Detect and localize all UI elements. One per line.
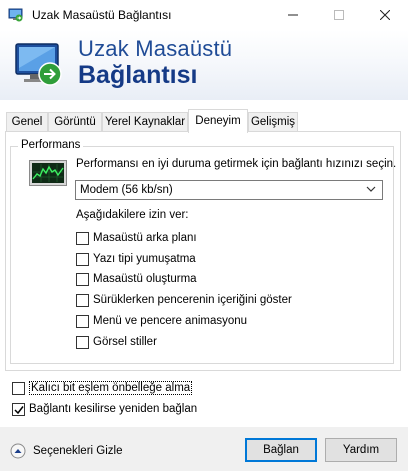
close-icon: [380, 10, 390, 20]
connection-speed-value: Modem (56 kb/sn): [80, 184, 173, 196]
option-show-window-contents[interactable]: Sürüklerken pencerenin içeriğini göster: [76, 292, 292, 308]
tab-local-resources[interactable]: Yerel Kaynaklar: [102, 112, 188, 132]
checkbox[interactable]: [12, 381, 25, 395]
option-desktop-composition[interactable]: Masaüstü oluşturma: [76, 271, 197, 287]
checkbox[interactable]: [76, 252, 89, 266]
close-button[interactable]: [362, 0, 408, 30]
checkbox[interactable]: [76, 293, 89, 307]
tab-display[interactable]: Görüntü: [48, 112, 102, 132]
checkmark-icon: [14, 405, 24, 414]
connect-button[interactable]: Bağlan: [245, 438, 317, 462]
connection-speed-select[interactable]: Modem (56 kb/sn): [75, 180, 383, 200]
allow-label: Aşağıdakilere izin ver:: [76, 209, 189, 221]
maximize-button[interactable]: [316, 0, 362, 30]
minimize-button[interactable]: [270, 0, 316, 30]
option-desktop-background[interactable]: Masaüstü arka planı: [76, 230, 197, 246]
window-title: Uzak Masaüstü Bağlantısı: [32, 8, 172, 22]
remote-desktop-app-icon: [8, 8, 23, 22]
minimize-icon: [288, 14, 298, 16]
performance-description: Performansı en iyi duruma getirmek için …: [76, 158, 397, 170]
persistent-bitmap-caching[interactable]: Kalıcı bit eşlem önbelleğe alma: [12, 380, 193, 396]
banner-title-line1: Uzak Masaüstü: [78, 36, 233, 61]
checkbox[interactable]: [76, 314, 89, 328]
option-menu-animation[interactable]: Menü ve pencere animasyonu: [76, 313, 247, 329]
tab-experience[interactable]: Deneyim: [188, 109, 248, 133]
reconnect-if-dropped[interactable]: Bağlantı kesilirse yeniden bağlan: [12, 401, 197, 417]
tab-advanced[interactable]: Gelişmiş: [248, 112, 298, 132]
banner-title-line2: Bağlantısı: [78, 61, 198, 89]
checkbox-checked[interactable]: [12, 402, 25, 416]
title-bar: Uzak Masaüstü Bağlantısı: [0, 0, 408, 30]
performance-group: [10, 146, 394, 364]
remote-desktop-logo-icon: [15, 43, 62, 86]
checkbox[interactable]: [76, 335, 89, 349]
tab-general[interactable]: Genel: [6, 112, 48, 132]
help-button[interactable]: Yardım: [325, 438, 397, 462]
chevron-down-icon: [366, 186, 376, 192]
hide-options-toggle[interactable]: Seçenekleri Gizle: [33, 445, 122, 457]
banner: Uzak Masaüstü Bağlantısı: [0, 30, 408, 100]
option-visual-styles[interactable]: Görsel stiller: [76, 334, 157, 350]
performance-group-label: Performans: [18, 139, 84, 151]
option-font-smoothing[interactable]: Yazı tipi yumuşatma: [76, 251, 196, 267]
maximize-icon: [334, 10, 344, 20]
checkbox[interactable]: [76, 272, 89, 286]
checkbox[interactable]: [76, 231, 89, 245]
performance-monitor-icon: [29, 160, 67, 186]
collapse-options-icon[interactable]: [10, 443, 26, 459]
